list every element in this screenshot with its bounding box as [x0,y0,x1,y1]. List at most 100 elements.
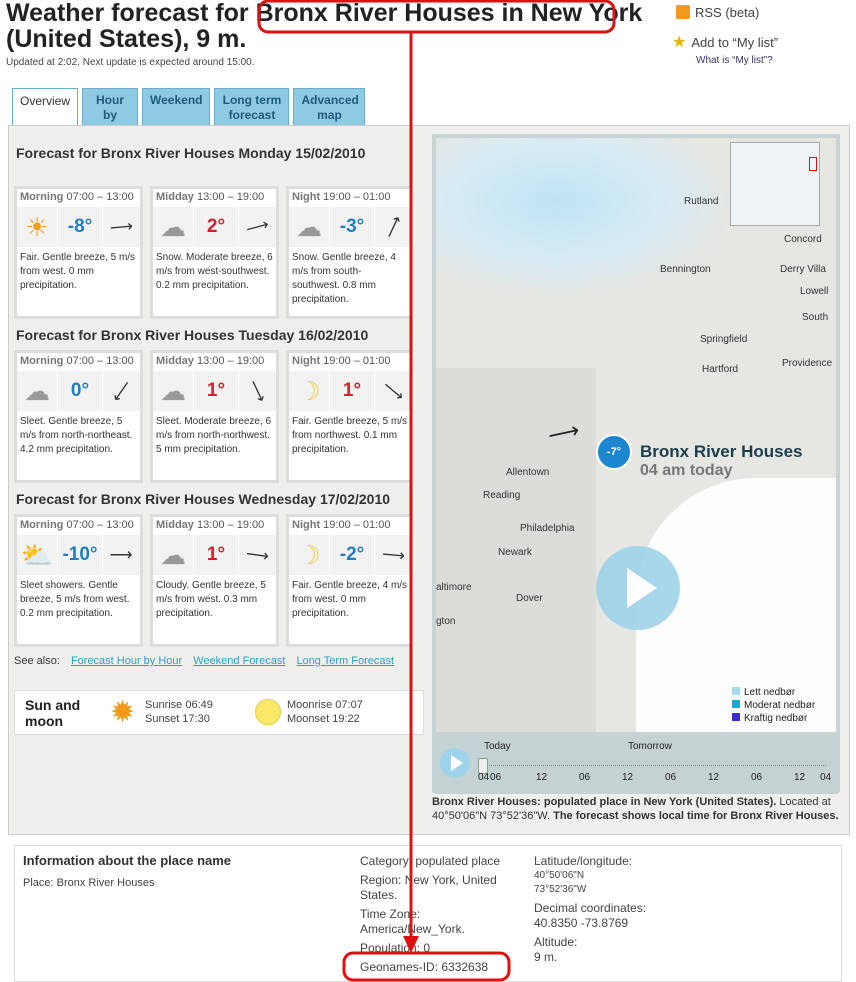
map-timeline[interactable]: Today Tomorrow 04 06 12 06 12 06 12 06 12 04 [432,736,840,794]
forecast-card: Night 19:00 – 01:00 ☽ -2° ⟶ Fair. Gentle… [286,514,412,647]
sun-moon-title: Sun and moon [25,697,81,729]
page-title: Weather forecast for Bronx River Houses … [6,0,643,53]
tab-weekend[interactable]: Weekend [142,88,211,125]
play-icon [451,755,463,771]
sleet-icon: ☁ [24,375,50,406]
timeline-tick: 04 [478,772,490,783]
period-name: Night [292,355,321,367]
map-place-name: Bronx River Houses [640,442,803,461]
temperature: 2° [193,207,239,247]
link-weekend[interactable]: Weekend Forecast [193,655,285,667]
forecast-description: Sleet. Gentle breeze, 5 m/s from north-n… [20,416,133,455]
period-time: 19:00 – 01:00 [323,355,391,367]
moon-icon: ☽ [297,375,321,406]
period-name: Morning [20,519,64,531]
info-altitude-label: Altitude: [534,935,578,949]
info-geonames-id: Geonames-ID: 6332638 [360,960,489,974]
sun-icon: ✹ [110,696,136,729]
timeline-tick: 12 [536,772,548,783]
info-timezone: Time Zone: America/New_York. [360,907,465,936]
forecast-description: Sleet showers. Gentle breeze, 5 m/s from… [20,580,130,619]
info-lon: 73°52'36"W [534,884,587,895]
caption-bold: Bronx River Houses: populated place in N… [432,796,777,808]
caption-bold: The forecast shows local time for Bronx … [550,810,839,822]
map-label: Rutland [684,196,719,207]
wind-arrow-icon: ⟶ [107,376,135,405]
wind-arrow-icon: ⟶ [380,546,406,565]
forecast-description: Snow. Moderate breeze, 6 m/s from west-s… [156,252,273,291]
tab-hour-by-hour[interactable]: Hour by hour [82,88,139,137]
forecast-card: Morning 07:00 – 13:00 ☁ 0° ⟶ Sleet. Gent… [14,350,143,483]
tab-long-term[interactable]: Long term forecast [214,88,290,125]
timeline-tick: 06 [579,772,591,783]
add-to-my-list-link[interactable]: ★ Add to “My list” [672,32,778,52]
map-caption: Bronx River Houses: populated place in N… [432,795,842,823]
rss-icon [676,5,690,19]
sunset: Sunset 17:30 [145,713,210,725]
forecast-card: Night 19:00 – 01:00 ☁ -3° ⟶ Snow. Gentle… [286,186,412,319]
period-time: 07:00 – 13:00 [66,355,134,367]
map-label: Springfield [700,334,748,345]
tab-advanced-map[interactable]: Advanced map [293,88,366,125]
info-altitude: 9 m. [534,950,558,964]
forecast-description: Fair. Gentle breeze, 5 m/s from northwes… [292,416,408,455]
period-time: 13:00 – 19:00 [196,191,265,203]
map-label: Lowell [800,286,829,297]
forecast-description: Fair. Gentle breeze, 4 m/s from west. 0 … [292,580,408,619]
wind-arrow-icon: ⟶ [109,547,133,564]
temperature: -8° [57,207,103,247]
day-heading: Forecast for Bronx River Houses Tuesday … [16,327,369,343]
period-time: 19:00 – 01:00 [323,519,391,531]
period-time: 13:00 – 19:00 [196,355,265,367]
timeline-tick: 06 [490,772,502,783]
map-label: Concord [784,234,822,245]
timeline-play-button[interactable] [440,748,470,778]
timeline-tick: 06 [665,772,677,783]
legend-light: Lett nedbør [744,687,796,698]
sun-and-moon: Sun and moon ✹ Sunrise 06:49 Sunset 17:30… [14,690,424,735]
forecast-card: Midday 13:00 – 19:00 ☁ 2° ⟶ Snow. Modera… [150,186,279,319]
temperature: 0° [57,371,103,411]
map-label: Derry Villa [780,264,826,275]
map-label: Bennington [660,264,711,275]
timeline-tomorrow: Tomorrow [628,741,672,752]
link-long-term[interactable]: Long Term Forecast [296,655,394,667]
sun-icon: ☀ [25,211,49,242]
moon-icon [255,699,281,725]
period-name: Night [292,191,321,203]
period-name: Midday [156,519,194,531]
temperature: 1° [193,535,239,575]
what-is-my-list-link[interactable]: What is “My list”? [696,55,773,66]
play-button[interactable] [596,546,680,630]
map-label: Philadelphia [520,523,575,534]
day-heading: Forecast for Bronx River Houses Monday 1… [16,145,366,161]
map-label: Hartford [702,364,739,375]
wind-arrow-icon: ⟶ [243,216,271,239]
link-hour-by-hour[interactable]: Forecast Hour by Hour [71,655,182,667]
wind-arrow-icon: ⟶ [243,377,270,406]
wind-arrow-icon: ⟶ [380,213,407,242]
forecast-map[interactable]: Rutland Concord Bennington Derry Villa L… [432,134,840,736]
map-temp-marker[interactable]: -7° [596,434,632,470]
temperature: -3° [329,207,375,247]
timeline-tick: 12 [794,772,806,783]
info-title: Information about the place name [23,853,232,868]
timeline-tick: 12 [622,772,634,783]
overview-minimap[interactable] [730,142,820,226]
tab-overview[interactable]: Overview [12,88,79,126]
period-name: Midday [156,191,194,203]
wind-arrow-icon: ⟶ [378,377,407,406]
info-population: Population: 0 [360,941,431,955]
map-label: South [802,312,829,323]
timeline-tick: 12 [708,772,720,783]
period-time: 07:00 – 13:00 [66,519,134,531]
forecast-description: Snow. Gentle breeze, 4 m/s from south-so… [292,252,396,305]
forecast-card: Midday 13:00 – 19:00 ☁ 1° ⟶ Cloudy. Gent… [150,514,279,647]
period-time: 07:00 – 13:00 [66,191,134,203]
temperature: 1° [329,371,375,411]
timeline-tick: 04 [820,772,832,783]
rss-link[interactable]: RSS (beta) [676,5,759,20]
period-name: Morning [20,191,64,203]
wind-arrow-icon: ⟶ [244,545,270,566]
temperature: -10° [57,535,103,575]
